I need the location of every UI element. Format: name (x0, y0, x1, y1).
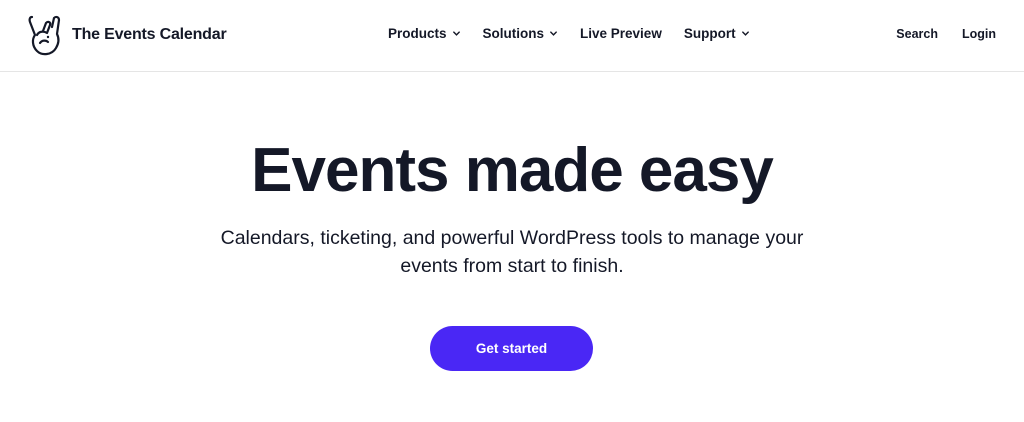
rock-hand-icon (26, 13, 62, 57)
nav-item-live-preview[interactable]: Live Preview (580, 26, 662, 41)
hero-section: Events made easy Calendars, ticketing, a… (0, 140, 1024, 281)
hero-title: Events made easy (251, 136, 774, 205)
hero-subtitle: Calendars, ticketing, and powerful WordP… (220, 227, 804, 278)
nav-item-support[interactable]: Support (684, 26, 750, 41)
brand-logo-link[interactable]: The Events Calendar (26, 13, 227, 57)
nav-item-label: Support (683, 26, 736, 41)
nav-item-products[interactable]: Products (388, 26, 461, 41)
chevron-down-icon (550, 31, 557, 36)
search-link[interactable]: Search (896, 27, 938, 41)
chevron-down-icon (741, 31, 749, 36)
chevron-down-icon (452, 31, 460, 36)
page: The Events Calendar Products Solutions L… (0, 0, 1024, 422)
utility-links: Search Login (896, 27, 996, 41)
nav-item-solutions[interactable]: Solutions (483, 26, 559, 41)
brand-name: The Events Calendar (72, 26, 227, 43)
main-nav: Products Solutions Live Preview Support (388, 26, 750, 41)
site-header: The Events Calendar Products Solutions L… (0, 0, 1024, 72)
nav-item-label: Products (388, 26, 447, 41)
get-started-button[interactable]: Get started (430, 326, 593, 371)
nav-item-label: Live Preview (580, 26, 662, 41)
nav-item-label: Solutions (482, 26, 545, 41)
login-link[interactable]: Login (962, 27, 996, 41)
